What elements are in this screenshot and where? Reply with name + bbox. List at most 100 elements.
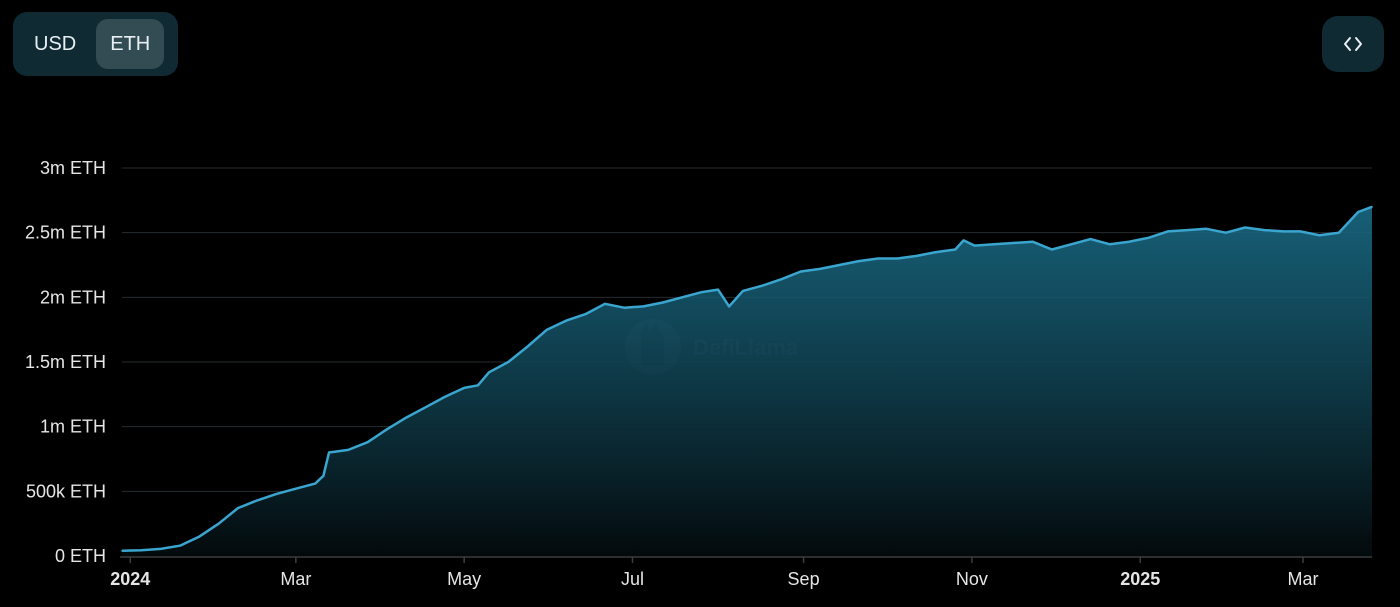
- x-tick-label: May: [447, 569, 481, 589]
- data-point: [1318, 234, 1321, 237]
- data-point: [858, 260, 860, 262]
- data-point: [623, 306, 625, 309]
- data-point: [237, 507, 239, 509]
- data-point: [322, 475, 325, 477]
- x-axis-ticks: 2024 Mar May Jul Sep Nov 2025 Mar: [110, 557, 1319, 589]
- data-point: [1282, 230, 1285, 233]
- data-point: [681, 296, 683, 299]
- data-point: [1205, 228, 1208, 230]
- denomination-toggle: USD ETH: [13, 12, 178, 76]
- usd-toggle-button[interactable]: USD: [20, 19, 90, 69]
- data-point: [761, 284, 763, 287]
- tvl-area-chart: DefiLlama 0 ETH 500k ETH 1m ETH 1.5m ETH 2m …: [25, 158, 1373, 589]
- data-point: [962, 239, 965, 242]
- data-point: [838, 264, 841, 266]
- data-point: [584, 313, 587, 315]
- data-point: [386, 428, 388, 431]
- data-point: [424, 406, 427, 409]
- data-point: [1051, 248, 1053, 251]
- data-point: [935, 251, 937, 253]
- data-point: [1167, 230, 1169, 233]
- y-axis: 0 ETH 500k ETH 1m ETH 1.5m ETH 2m ETH 2.5m ET…: [25, 158, 106, 566]
- embed-button[interactable]: [1322, 16, 1384, 72]
- data-point: [314, 482, 317, 485]
- data-point: [488, 371, 490, 374]
- data-point: [159, 548, 162, 550]
- data-point: [742, 290, 744, 292]
- data-point: [565, 319, 568, 322]
- data-point: [973, 244, 976, 247]
- data-point: [1371, 206, 1373, 208]
- data-point: [546, 328, 548, 331]
- llama-logo-icon: [625, 319, 681, 375]
- data-point: [444, 396, 446, 398]
- data-point: [1244, 226, 1246, 229]
- data-point: [1263, 229, 1266, 231]
- data-point: [328, 451, 330, 454]
- data-point: [1031, 240, 1034, 243]
- data-point: [1357, 211, 1359, 213]
- data-point: [780, 278, 783, 281]
- data-point: [347, 449, 350, 451]
- data-point: [1299, 230, 1302, 233]
- data-point: [1186, 229, 1188, 231]
- data-point: [717, 288, 719, 291]
- data-point: [140, 549, 143, 551]
- x-tick-label: Sep: [788, 569, 820, 589]
- data-point: [1338, 231, 1340, 234]
- data-point: [1225, 231, 1227, 234]
- data-point: [728, 305, 730, 308]
- x-tick-label: 2025: [1120, 569, 1160, 589]
- series-area: [121, 205, 1373, 557]
- data-point: [1089, 238, 1092, 240]
- data-point: [1128, 240, 1130, 243]
- data-point: [405, 416, 408, 419]
- data-point: [896, 257, 899, 260]
- data-point: [954, 248, 957, 251]
- data-point: [800, 270, 802, 273]
- series-area-fill: [122, 206, 1372, 557]
- data-point: [121, 550, 123, 552]
- data-point: [507, 361, 510, 363]
- y-tick-label: 1.5m ETH: [25, 352, 106, 372]
- data-point: [256, 499, 259, 502]
- data-point: [477, 384, 479, 387]
- data-point: [275, 493, 278, 495]
- series-line: [121, 205, 1373, 553]
- data-point: [877, 257, 879, 260]
- data-point: [662, 301, 664, 304]
- data-point: [700, 291, 703, 294]
- data-point: [1012, 242, 1015, 244]
- data-point: [179, 544, 181, 547]
- data-point: [463, 387, 466, 389]
- code-brackets-icon: [1344, 37, 1362, 51]
- data-point: [993, 243, 995, 246]
- grid-lines: [122, 167, 1372, 492]
- data-point: [604, 303, 606, 305]
- x-tick-label: Jul: [621, 569, 644, 589]
- x-tick-label: Mar: [1288, 569, 1319, 589]
- data-point: [198, 535, 201, 538]
- x-tick-label: Nov: [956, 569, 988, 589]
- watermark: DefiLlama: [625, 319, 799, 375]
- eth-toggle-button[interactable]: ETH: [96, 19, 165, 69]
- y-tick-label: 500k ETH: [26, 481, 106, 501]
- data-point: [1109, 243, 1111, 246]
- y-tick-label: 2.5m ETH: [25, 223, 106, 243]
- data-point: [819, 268, 821, 270]
- y-tick-label: 0 ETH: [55, 546, 106, 566]
- data-point: [1070, 243, 1072, 246]
- data-point: [1147, 237, 1150, 239]
- data-point: [526, 345, 529, 348]
- data-point: [642, 305, 645, 308]
- data-point: [295, 487, 297, 490]
- x-tick-label: Mar: [280, 569, 311, 589]
- x-tick-label: 2024: [110, 569, 150, 589]
- y-tick-label: 2m ETH: [40, 287, 106, 307]
- watermark-text: DefiLlama: [693, 335, 799, 360]
- y-tick-label: 1m ETH: [40, 417, 106, 437]
- data-point: [915, 255, 918, 257]
- data-point: [366, 441, 369, 444]
- data-point: [217, 522, 220, 525]
- y-tick-label: 3m ETH: [40, 158, 106, 178]
